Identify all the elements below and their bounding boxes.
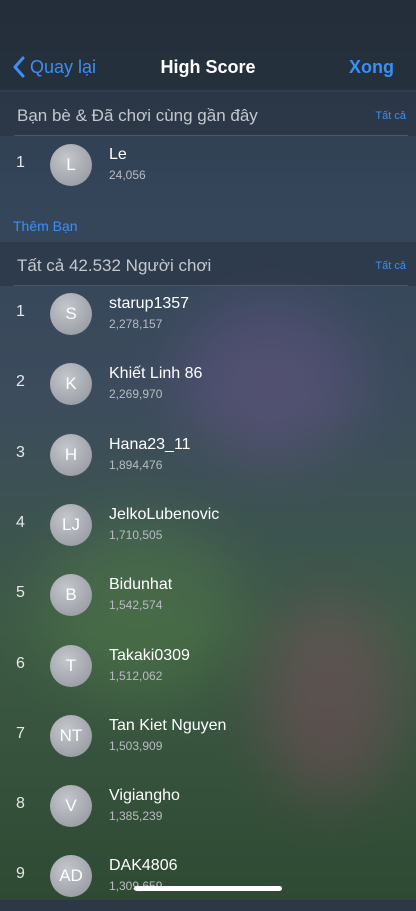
avatar: LJ <box>50 503 92 546</box>
avatar-initials: L <box>66 155 76 174</box>
rank-number: 8 <box>16 795 25 813</box>
section-title: Bạn bè & Đã chơi cùng gần đây <box>17 106 258 125</box>
player-score: 2,278,157 <box>109 317 163 331</box>
avatar: AD <box>50 855 92 898</box>
leaderboard-row[interactable]: 8 V Vigiangho 1,385,239 <box>0 771 416 841</box>
leaderboard-row[interactable]: 9ADDAK48061,309,659 <box>0 841 416 911</box>
avatar-initials: NT <box>59 725 83 745</box>
avatar-initials: B <box>65 585 77 605</box>
avatar: T <box>50 644 92 687</box>
avatar-initials: K <box>65 374 77 394</box>
done-button[interactable]: Xong <box>349 57 394 78</box>
rank-number: 1 <box>16 303 25 320</box>
leaderboard-row[interactable]: 1 L Le 24,056 <box>0 130 416 200</box>
rank-number: 2 <box>16 373 25 391</box>
avatar: L <box>50 144 92 186</box>
player-score: 24,056 <box>109 168 146 182</box>
leaderboard-row[interactable]: 1 Sstarup1357 2,278,157 <box>0 279 416 349</box>
player-name: Tan Kiet Nguyen <box>109 716 227 734</box>
add-friend-button[interactable]: Thêm Bạn <box>13 218 78 234</box>
player-name: Bidunhat <box>109 576 173 594</box>
player-name: Takaki0309 <box>109 646 190 664</box>
player-score: 1,512,062 <box>109 668 163 683</box>
player-score: 1,710,505 <box>109 527 163 542</box>
rank-number: 1 <box>16 154 25 171</box>
avatar-initials: S <box>65 304 77 323</box>
rank-number: 3 <box>16 443 25 461</box>
avatar: S <box>50 293 92 335</box>
rank-number: 4 <box>16 513 25 531</box>
rank-number: 5 <box>16 584 25 602</box>
avatar: B <box>50 574 92 617</box>
avatar-initials: H <box>64 444 78 464</box>
navigation-bar: Quay lại High Score Xong <box>0 0 416 90</box>
player-name: JelkoLubenovic <box>109 505 220 523</box>
section-title: Tất cả 42.532 Người chơi <box>17 256 212 275</box>
player-score: 1,542,574 <box>109 598 163 613</box>
avatar: NT <box>50 714 92 757</box>
avatar-initials: AD <box>59 866 83 886</box>
avatar: K <box>50 363 92 406</box>
player-name: Le <box>109 146 127 163</box>
player-score: 1,894,476 <box>109 457 163 472</box>
rank-number: 6 <box>16 654 25 672</box>
player-name: Khiết Linh 86 <box>109 365 203 383</box>
avatar-initials: T <box>65 655 77 675</box>
avatar: V <box>50 785 92 828</box>
leaderboard-row[interactable]: 6 T Takaki0309 1,512,062 <box>0 631 416 701</box>
leaderboard-row[interactable]: 4 LJ JelkoLubenovic 1,710,505 <box>0 490 416 560</box>
home-indicator[interactable] <box>134 886 282 891</box>
leaderboard-row[interactable]: 7 NT Tan Kiet Nguyen 1,503,909 <box>0 701 416 771</box>
rank-number: 7 <box>16 724 25 742</box>
player-name: Hana23_11 <box>109 435 191 453</box>
rank-number: 9 <box>16 865 25 883</box>
player-name: DAK4806 <box>109 857 178 875</box>
player-name: Vigiangho <box>109 787 180 805</box>
see-all-players-button[interactable]: Tất cả <box>375 260 406 272</box>
player-score: 1,385,239 <box>109 809 163 824</box>
leaderboard-row[interactable]: 5 B Bidunhat 1,542,574 <box>0 560 416 630</box>
leaderboard-row[interactable]: 2 K Khiết Linh 86 2,269,970 <box>0 349 416 419</box>
player-score: 2,269,970 <box>109 387 163 402</box>
see-all-friends-button[interactable]: Tất cả <box>375 110 406 122</box>
player-name: starup1357 <box>109 295 190 312</box>
avatar-initials: V <box>65 796 77 816</box>
leaderboard-row[interactable]: 3 H Hana23_11 1,894,476 <box>0 420 416 490</box>
player-score: 1,503,909 <box>109 738 163 753</box>
avatar: H <box>50 433 92 476</box>
avatar-initials: LJ <box>62 514 80 534</box>
